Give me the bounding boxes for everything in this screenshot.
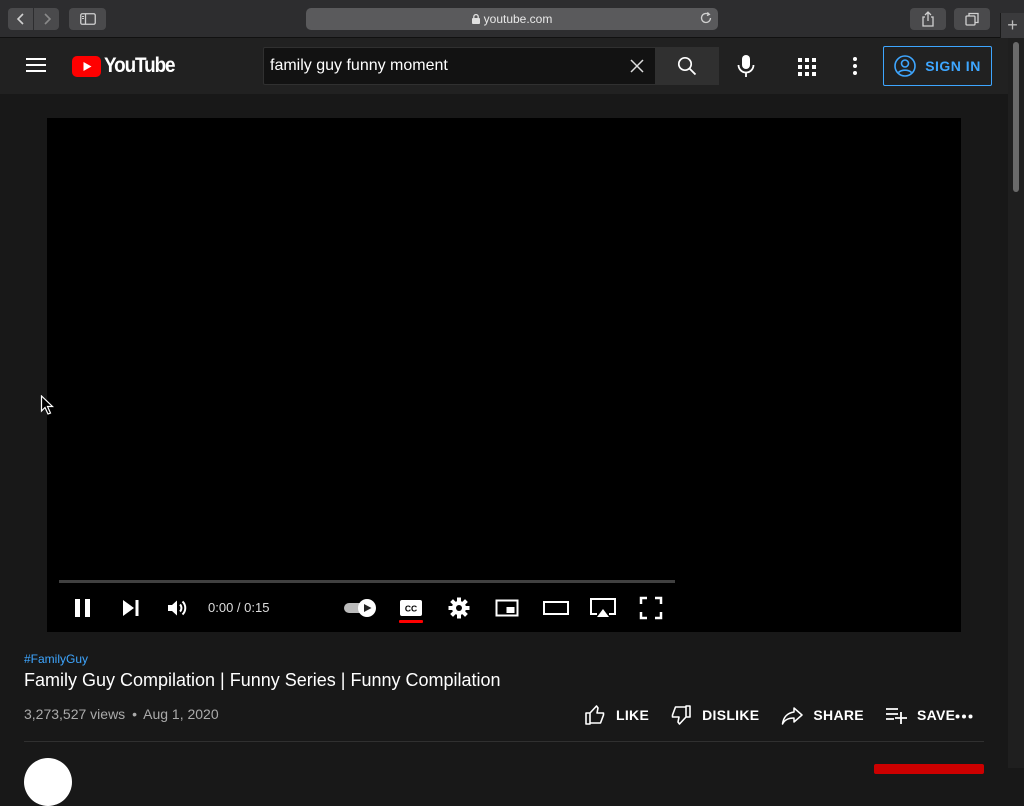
like-label: LIKE <box>616 707 650 723</box>
sidebar-toggle-button[interactable] <box>69 8 106 30</box>
closed-captions-icon: CC <box>400 600 422 616</box>
share-arrow-icon <box>782 707 804 725</box>
airplay-button[interactable] <box>589 596 617 620</box>
sidebar-icon <box>79 13 96 25</box>
skip-next-icon <box>123 600 139 616</box>
theater-mode-icon <box>543 601 569 615</box>
search-button[interactable] <box>655 47 719 85</box>
fullscreen-button[interactable] <box>639 596 663 620</box>
share-page-button[interactable] <box>910 8 946 30</box>
dislike-button[interactable]: DISLIKE <box>670 704 759 726</box>
svg-text:CC: CC <box>405 604 417 614</box>
save-button[interactable]: SAVE <box>885 704 955 726</box>
playlist-add-icon <box>885 708 907 724</box>
section-divider <box>24 741 984 742</box>
share-icon <box>922 11 934 27</box>
settings-button[interactable] <box>447 596 471 620</box>
address-bar[interactable]: youtube.com <box>306 8 718 30</box>
clear-search-icon[interactable] <box>630 59 644 73</box>
volume-icon <box>168 600 187 616</box>
scrollbar-thumb[interactable] <box>1013 42 1019 192</box>
apps-grid-icon[interactable] <box>798 58 816 76</box>
logo-text: YouTube <box>104 54 176 77</box>
search-box <box>263 47 656 85</box>
page-scrollbar[interactable] <box>1008 38 1024 768</box>
search-input[interactable] <box>264 48 614 84</box>
hamburger-menu-icon[interactable] <box>26 57 46 73</box>
search-icon <box>677 56 697 76</box>
new-tab-button[interactable]: + <box>1000 13 1024 38</box>
video-title: Family Guy Compilation | Funny Series | … <box>24 670 501 690</box>
captions-active-indicator <box>399 620 423 623</box>
tab-overview-button[interactable] <box>954 8 990 30</box>
sign-in-button[interactable]: SIGN IN <box>883 46 992 86</box>
save-label: SAVE <box>916 707 956 723</box>
youtube-play-logo-icon <box>72 55 101 77</box>
lock-icon <box>471 14 480 24</box>
autoplay-toggle[interactable] <box>343 598 379 618</box>
chevron-right-icon <box>43 13 51 25</box>
captions-button[interactable]: CC <box>399 596 423 620</box>
thumbs-up-icon <box>585 705 605 725</box>
view-info: 3,273,527 views • Aug 1, 2020 <box>24 706 219 722</box>
back-button[interactable] <box>8 8 33 30</box>
tabs-icon <box>965 12 979 26</box>
account-icon <box>894 55 916 77</box>
airplay-icon <box>590 598 616 617</box>
youtube-logo[interactable]: YouTube <box>72 54 182 78</box>
share-label: SHARE <box>813 707 864 723</box>
time-display: 0:00 / 0:15 <box>208 600 270 615</box>
url-text: youtube.com <box>483 12 553 26</box>
upload-date: Aug 1, 2020 <box>143 706 219 722</box>
subscribe-button[interactable] <box>874 764 984 774</box>
browser-toolbar: youtube.com + <box>0 0 1024 38</box>
video-actions: LIKE DISLIKE SHARE SAVE <box>584 703 955 727</box>
like-button[interactable]: LIKE <box>584 704 649 726</box>
next-button[interactable] <box>119 596 143 620</box>
pause-icon <box>75 599 90 617</box>
more-horizontal-icon[interactable] <box>955 714 973 719</box>
miniplayer-button[interactable] <box>495 596 519 620</box>
progress-bar[interactable] <box>59 580 675 583</box>
thumbs-down-icon <box>671 705 691 725</box>
hashtag-link[interactable]: #FamilyGuy <box>24 652 88 666</box>
autoplay-toggle-icon <box>344 599 376 617</box>
share-button[interactable]: SHARE <box>781 704 864 726</box>
mouse-cursor-icon <box>40 395 54 415</box>
theater-mode-button[interactable] <box>543 596 569 620</box>
video-player[interactable]: 0:00 / 0:15 CC <box>47 118 961 632</box>
info-separator: • <box>132 706 137 722</box>
dislike-label: DISLIKE <box>702 707 760 723</box>
reload-icon[interactable] <box>699 11 713 25</box>
volume-button[interactable] <box>166 596 190 620</box>
miniplayer-icon <box>495 599 519 617</box>
microphone-icon[interactable] <box>735 54 757 78</box>
pause-button[interactable] <box>71 596 95 620</box>
view-count: 3,273,527 views <box>24 706 126 722</box>
chevron-left-icon <box>16 13 24 25</box>
fullscreen-icon <box>639 596 663 620</box>
youtube-header: YouTube SIGN IN <box>0 38 1008 94</box>
gear-icon <box>448 597 470 619</box>
channel-avatar[interactable] <box>24 758 72 806</box>
more-vertical-icon[interactable] <box>852 57 858 75</box>
sign-in-label: SIGN IN <box>925 58 981 74</box>
forward-button[interactable] <box>34 8 59 30</box>
